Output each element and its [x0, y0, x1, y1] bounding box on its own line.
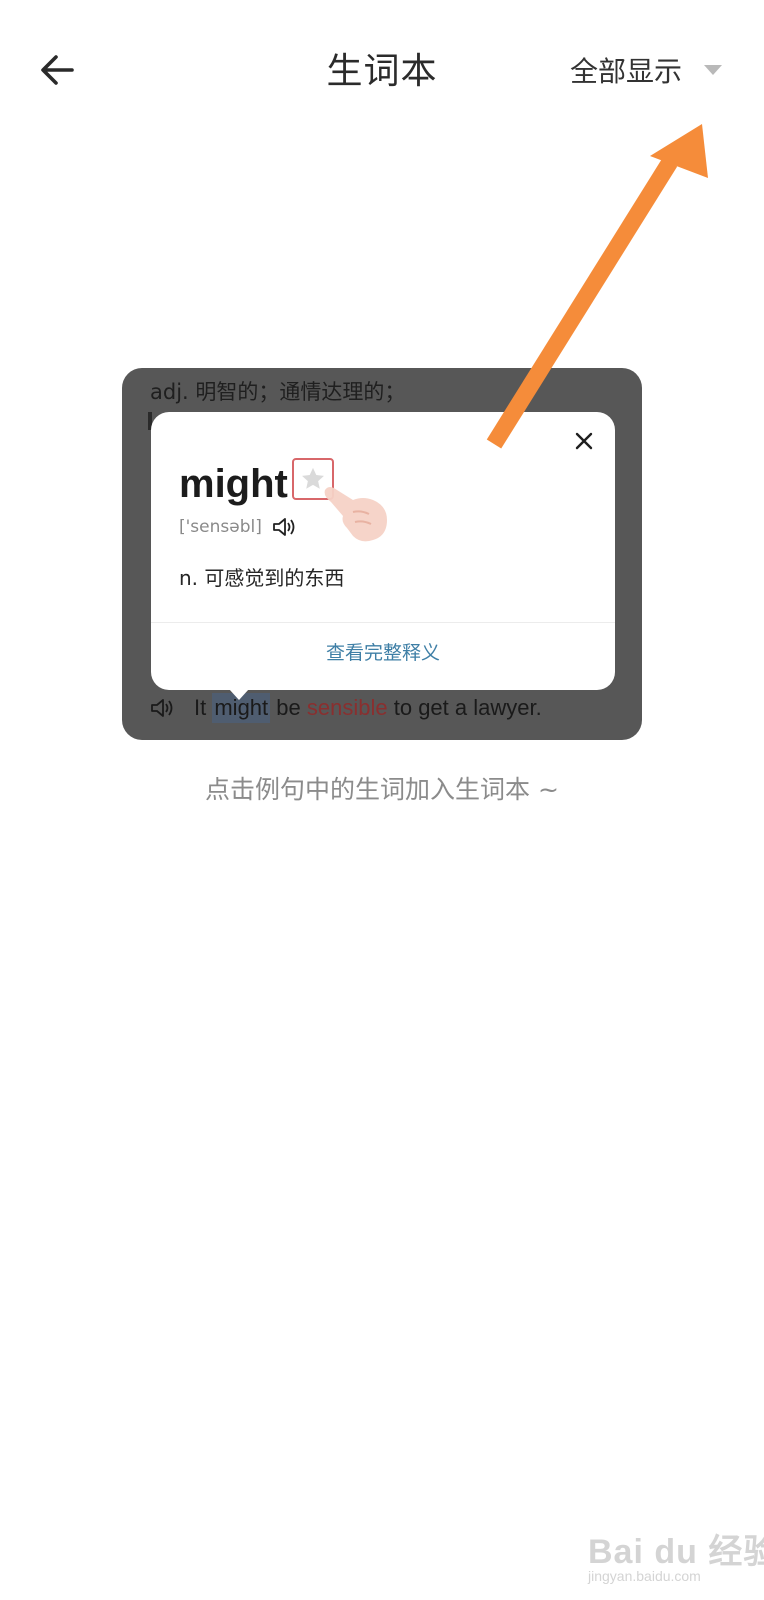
example-sentence: It might be sensible to get a lawyer.: [150, 688, 542, 728]
empty-state-hint: 点击例句中的生词加入生词本 ~: [205, 775, 559, 804]
caret-down-icon: [704, 65, 723, 75]
speaker-icon[interactable]: [150, 697, 174, 719]
popup-word: might: [179, 462, 288, 506]
top-bar: 生词本 全部显示: [0, 0, 764, 140]
filter-dropdown[interactable]: 全部显示: [570, 50, 723, 90]
phonetic-text: ['sensəbl]: [179, 517, 262, 537]
close-button[interactable]: [571, 428, 597, 454]
phonetic-row: ['sensəbl]: [179, 516, 296, 538]
view-full-definition-link[interactable]: 查看完整释义: [151, 638, 615, 665]
sentence-definition: adj. 明智的；通情达理的；: [150, 380, 406, 404]
word-popup: might ['sensəbl] n. 可感觉到的东西 查看完整释义: [151, 412, 615, 700]
watermark-text: Bai du 经验: [588, 1533, 764, 1571]
pointing-hand-icon: [324, 487, 387, 542]
speaker-icon[interactable]: [272, 516, 296, 538]
sentence-word[interactable]: It: [194, 695, 206, 721]
sentence-word[interactable]: be: [276, 695, 300, 721]
watermark-logo: Bai du 经验 jingyan.baidu.com: [588, 1520, 764, 1590]
popup-tail: [229, 689, 249, 700]
divider: [151, 622, 615, 623]
word-meaning: n. 可感觉到的东西: [179, 566, 345, 590]
close-icon: [575, 432, 593, 450]
sentence-keyword[interactable]: sensible: [307, 695, 388, 721]
sentence-tail[interactable]: to get a lawyer.: [394, 695, 542, 721]
filter-label: 全部显示: [570, 55, 683, 88]
watermark-url: jingyan.baidu.com: [588, 1568, 701, 1584]
